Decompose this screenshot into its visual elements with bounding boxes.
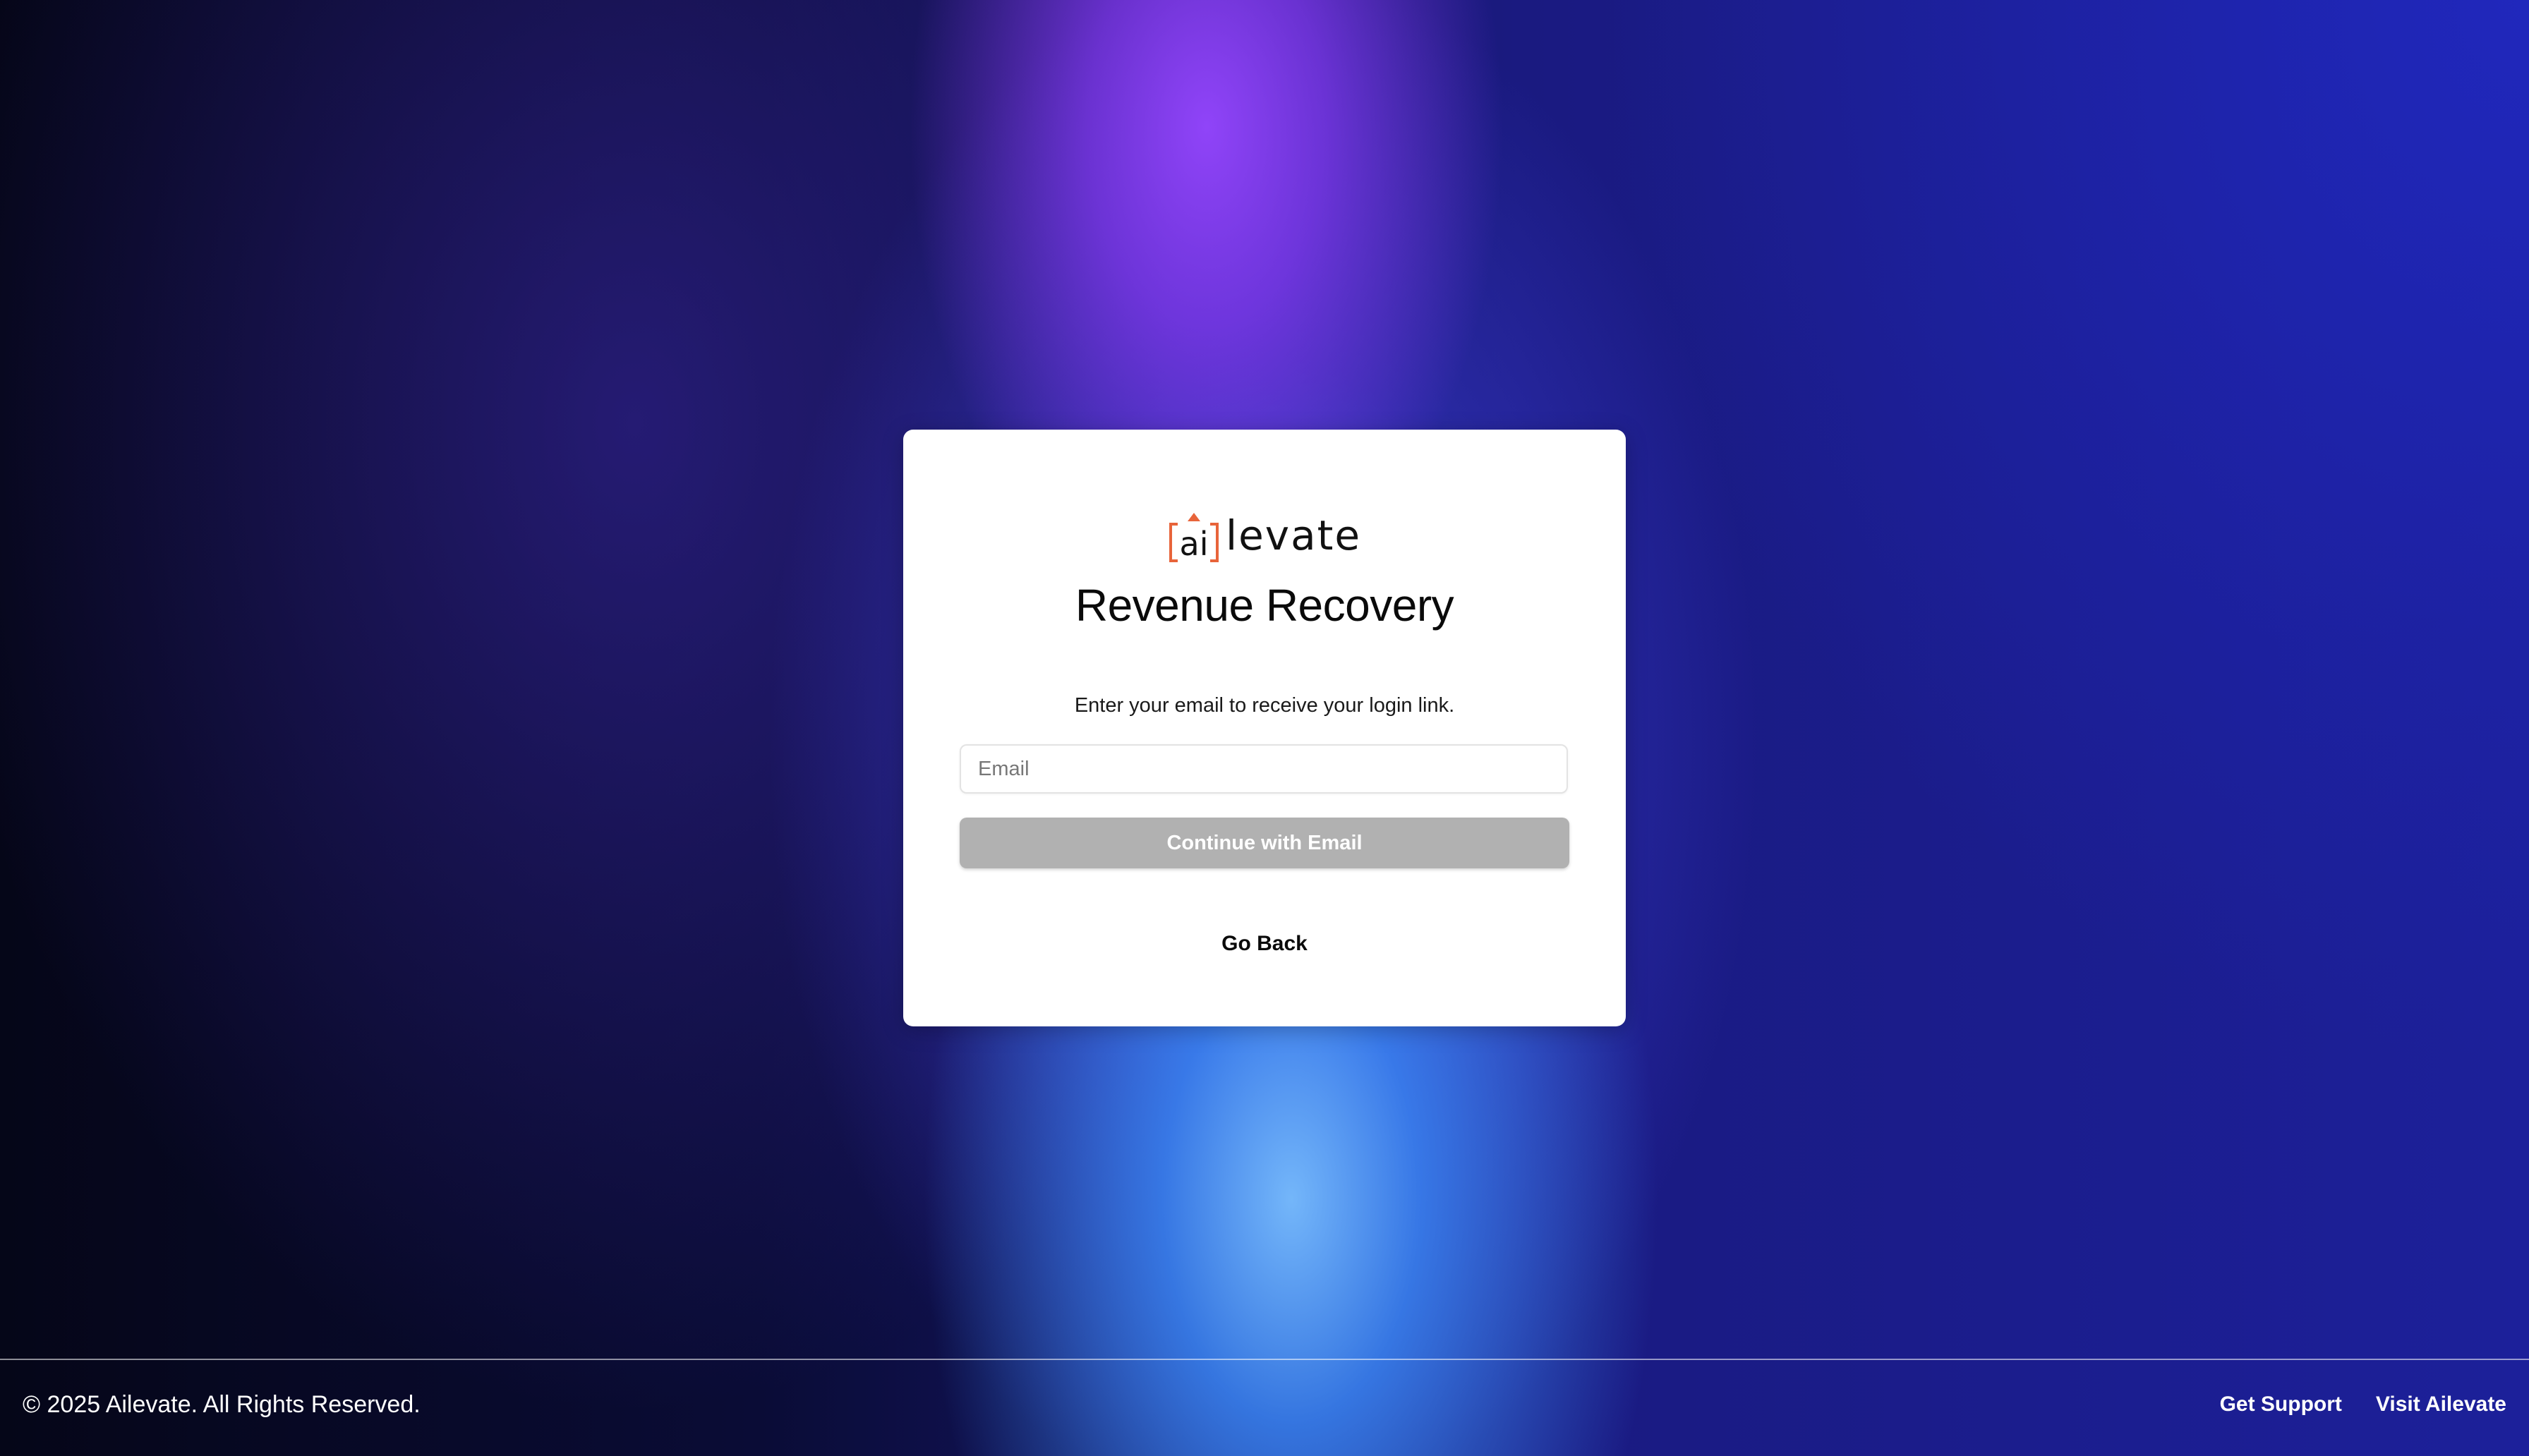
login-card: ai levate Revenue Recovery Enter your em… <box>903 430 1626 1026</box>
footer-links: Get Support Visit Ailevate <box>2220 1393 2506 1416</box>
ailevate-logo: ai levate <box>903 507 1626 568</box>
go-back-link[interactable]: Go Back <box>1221 932 1308 955</box>
visit-ailevate-link[interactable]: Visit Ailevate <box>2376 1393 2506 1416</box>
footer-divider <box>0 1359 2529 1360</box>
email-field[interactable] <box>960 744 1568 794</box>
go-back-container: Go Back <box>903 932 1626 956</box>
svg-text:ai: ai <box>1179 525 1208 563</box>
logo-wordmark: levate <box>1225 511 1362 559</box>
page-title: Revenue Recovery <box>1075 580 1454 631</box>
login-instructions: Enter your email to receive your login l… <box>1074 694 1455 717</box>
logo-mark-icon: ai <box>1168 511 1220 564</box>
get-support-link[interactable]: Get Support <box>2220 1393 2342 1416</box>
continue-with-email-button[interactable]: Continue with Email <box>960 818 1569 868</box>
copyright-text: © 2025 Ailevate. All Rights Reserved. <box>23 1391 421 1418</box>
